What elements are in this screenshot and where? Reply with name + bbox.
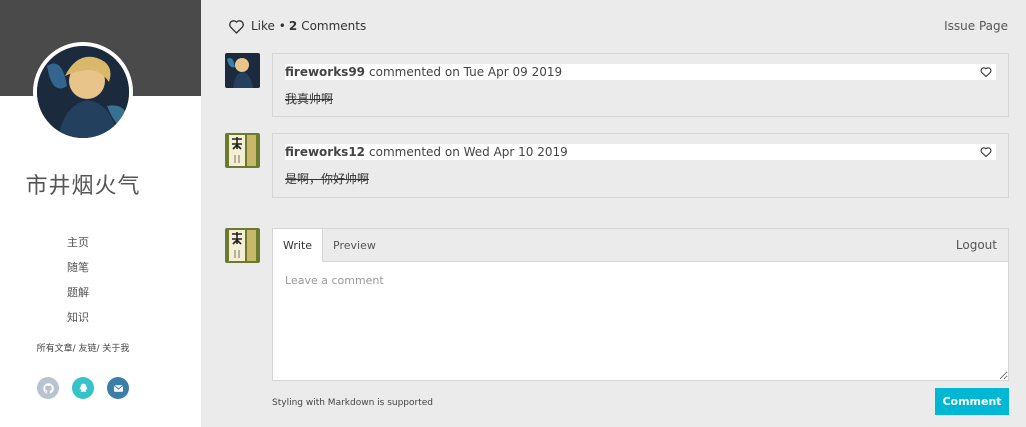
comment-header: fireworks12 commented on Wed Apr 10 2019 [285, 144, 996, 160]
tab-preview[interactable]: Preview [323, 229, 386, 261]
tab-write[interactable]: Write [273, 229, 324, 262]
heart-icon[interactable] [980, 66, 992, 78]
comment-box: fireworks99 commented on Tue Apr 09 2019… [272, 53, 1009, 117]
sidebar-nav: 主页 随笔 题解 知识 [0, 236, 156, 336]
avatar-image [225, 133, 260, 168]
comment-submit-button[interactable]: Comment [935, 388, 1009, 415]
comment-author[interactable]: fireworks12 [285, 145, 365, 159]
like-label: Like • [251, 19, 286, 33]
avatar-image [225, 228, 260, 263]
comment-meta: commented on Wed Apr 10 2019 [369, 145, 568, 159]
sidebar-sub-links[interactable]: 所有文章/ 友链/ 关于我 [0, 341, 166, 354]
nav-item-knowledge[interactable]: 知识 [0, 311, 156, 336]
main-content: Like • 2 Comments Issue Page fireworks99… [201, 0, 1026, 427]
issue-page-link[interactable]: Issue Page [944, 19, 1008, 33]
github-icon[interactable] [37, 377, 59, 399]
comment-author[interactable]: fireworks99 [285, 65, 365, 79]
comment-input[interactable] [273, 262, 1008, 380]
comment-body: 是啊，你好帅啊 [285, 172, 370, 186]
logout-button[interactable]: Logout [956, 229, 1008, 261]
comment-meta: commented on Tue Apr 09 2019 [369, 65, 563, 79]
like-button[interactable]: Like • [228, 19, 286, 34]
comments-header: Like • 2 Comments Issue Page [228, 16, 1008, 36]
comments-label: Comments [301, 19, 367, 33]
comment-body: 我真帅啊 [285, 92, 334, 106]
comment-avatar[interactable] [225, 53, 260, 88]
sidebar: 市井烟火气 主页 随笔 题解 知识 所有文章/ 友链/ 关于我 [0, 0, 201, 427]
nav-item-essays[interactable]: 随笔 [0, 261, 156, 286]
heart-icon[interactable] [980, 146, 992, 158]
heart-icon [229, 19, 244, 34]
social-links [37, 377, 129, 399]
avatar[interactable] [33, 42, 133, 142]
email-icon[interactable] [107, 377, 129, 399]
qq-icon[interactable] [72, 377, 94, 399]
editor-tabs: Write Preview Logout [273, 229, 1008, 262]
current-user-avatar[interactable] [225, 228, 260, 263]
comment-count: 2 [288, 19, 298, 33]
avatar-image [225, 53, 260, 88]
nav-item-solutions[interactable]: 题解 [0, 286, 156, 311]
site-title: 市井烟火气 [25, 174, 141, 199]
avatar-image [37, 46, 129, 138]
editor-box: Write Preview Logout [272, 228, 1009, 381]
nav-item-home[interactable]: 主页 [0, 236, 156, 261]
comment-avatar[interactable] [225, 133, 260, 168]
comment-header: fireworks99 commented on Tue Apr 09 2019 [285, 64, 996, 80]
markdown-note: Styling with Markdown is supported [272, 398, 433, 408]
comment-box: fireworks12 commented on Wed Apr 10 2019… [272, 133, 1009, 198]
